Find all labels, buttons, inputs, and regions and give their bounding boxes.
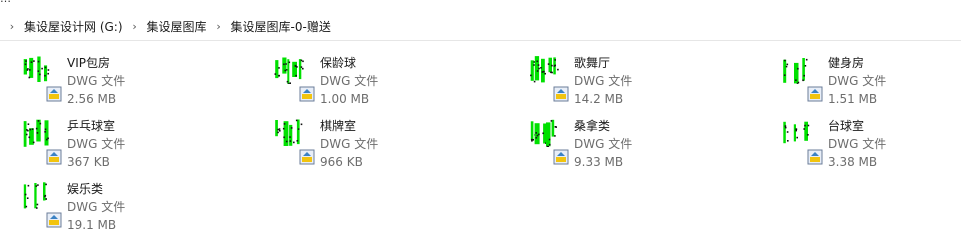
dwg-file-badge-icon bbox=[46, 149, 62, 165]
dwg-file-badge-icon bbox=[299, 149, 315, 165]
file-name: 乒乓球室 bbox=[67, 119, 116, 133]
file-name: 娱乐类 bbox=[67, 182, 104, 196]
dwg-file-badge-icon bbox=[807, 149, 823, 165]
file-size: 9.33 MB bbox=[574, 155, 624, 169]
file-type: DWG 文件 bbox=[67, 74, 126, 88]
dwg-file-badge-icon bbox=[46, 212, 62, 228]
file-name: 棋牌室 bbox=[320, 119, 357, 133]
file-type: DWG 文件 bbox=[574, 137, 633, 151]
cad-drawing-thumbnail-icon bbox=[274, 57, 304, 84]
file-item[interactable]: VIP包房 DWG 文件 2.56 MB bbox=[10, 50, 260, 110]
cad-drawing-thumbnail-icon bbox=[783, 58, 808, 84]
file-size: 2.56 MB bbox=[67, 92, 117, 106]
cad-drawing-thumbnail-icon bbox=[530, 119, 557, 147]
file-name: 台球室 bbox=[828, 119, 865, 133]
file-type: DWG 文件 bbox=[320, 74, 379, 88]
file-meta: 台球室 DWG 文件 3.38 MB bbox=[828, 117, 886, 171]
cad-drawing-thumbnail-icon bbox=[783, 121, 810, 144]
file-type: DWG 文件 bbox=[574, 74, 633, 88]
chevron-right-icon[interactable]: › bbox=[4, 20, 20, 33]
breadcrumb-folder-current[interactable]: 集设屋图库-0-赠送 bbox=[227, 18, 335, 35]
file-size: 14.2 MB bbox=[574, 92, 624, 106]
file-meta: 保龄球 DWG 文件 1.00 MB bbox=[320, 54, 378, 108]
file-item[interactable]: 乒乓球室 DWG 文件 367 KB bbox=[10, 113, 260, 173]
file-size: 1.51 MB bbox=[828, 92, 878, 106]
file-name: 歌舞厅 bbox=[574, 56, 611, 70]
file-type: DWG 文件 bbox=[67, 200, 126, 214]
file-meta: 健身房 DWG 文件 1.51 MB bbox=[828, 54, 886, 108]
file-meta: 乒乓球室 DWG 文件 367 KB bbox=[67, 117, 125, 171]
file-size: 966 KB bbox=[320, 155, 363, 169]
dwg-file-badge-icon bbox=[807, 86, 823, 102]
file-size: 367 KB bbox=[67, 155, 110, 169]
file-name: 桑拿类 bbox=[574, 119, 611, 133]
cad-drawing-thumbnail-icon bbox=[23, 119, 49, 147]
file-item[interactable]: 健身房 DWG 文件 1.51 MB bbox=[771, 50, 961, 110]
dwg-file-badge-icon bbox=[299, 86, 315, 102]
file-name: VIP包房 bbox=[67, 56, 110, 70]
file-item[interactable]: 娱乐类 DWG 文件 19.1 MB bbox=[10, 176, 260, 236]
file-meta: 棋牌室 DWG 文件 966 KB bbox=[320, 117, 378, 171]
file-type: DWG 文件 bbox=[828, 74, 887, 88]
file-size: 1.00 MB bbox=[320, 92, 370, 106]
chevron-right-icon[interactable]: › bbox=[211, 20, 227, 33]
cad-drawing-thumbnail-icon bbox=[530, 56, 559, 83]
file-meta: 桑拿类 DWG 文件 9.33 MB bbox=[574, 117, 632, 171]
file-name: 保龄球 bbox=[320, 56, 357, 70]
file-type: DWG 文件 bbox=[320, 137, 379, 151]
address-bar-breadcrumb[interactable]: › 集设屋设计网 (G:) › 集设屋图库 › 集设屋图库-0-赠送 bbox=[0, 12, 961, 41]
file-item[interactable]: 桑拿类 DWG 文件 9.33 MB bbox=[517, 113, 767, 173]
breadcrumb-drive[interactable]: 集设屋设计网 (G:) bbox=[20, 18, 127, 35]
file-meta: VIP包房 DWG 文件 2.56 MB bbox=[67, 54, 125, 108]
file-type: DWG 文件 bbox=[828, 137, 887, 151]
dwg-file-badge-icon bbox=[553, 149, 569, 165]
file-meta: 歌舞厅 DWG 文件 14.2 MB bbox=[574, 54, 632, 108]
chevron-right-icon[interactable]: › bbox=[127, 20, 143, 33]
file-name: 健身房 bbox=[828, 56, 865, 70]
file-item[interactable]: 歌舞厅 DWG 文件 14.2 MB bbox=[517, 50, 767, 110]
file-item[interactable]: 台球室 DWG 文件 3.38 MB bbox=[771, 113, 961, 173]
file-meta: 娱乐类 DWG 文件 19.1 MB bbox=[67, 180, 125, 234]
breadcrumb-folder-library[interactable]: 集设屋图库 bbox=[143, 18, 211, 35]
window-title-fragment: … bbox=[0, 0, 11, 4]
file-size: 19.1 MB bbox=[67, 218, 117, 232]
cad-drawing-thumbnail-icon bbox=[23, 182, 47, 209]
dwg-file-badge-icon bbox=[46, 86, 62, 102]
file-size: 3.38 MB bbox=[828, 155, 878, 169]
file-item[interactable]: 保龄球 DWG 文件 1.00 MB bbox=[263, 50, 513, 110]
cad-drawing-thumbnail-icon bbox=[275, 119, 303, 146]
file-item[interactable]: 棋牌室 DWG 文件 966 KB bbox=[263, 113, 513, 173]
file-type: DWG 文件 bbox=[67, 137, 126, 151]
dwg-file-badge-icon bbox=[553, 86, 569, 102]
cad-drawing-thumbnail-icon bbox=[23, 56, 50, 82]
